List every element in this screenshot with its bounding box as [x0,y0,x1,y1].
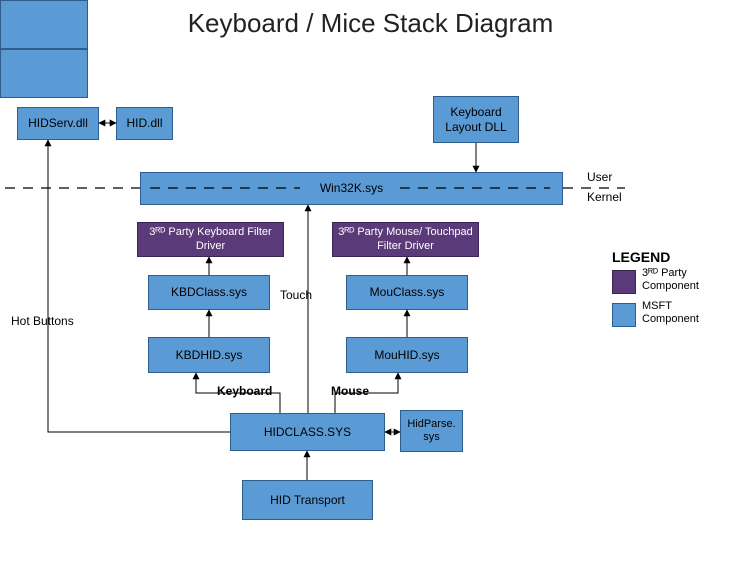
label-kernel: Kernel [587,190,622,204]
label-keyboard: Keyboard [217,384,272,398]
label-touch: Touch [280,288,312,302]
legend-text-msft: MSFT Component [642,300,722,326]
box-moufilter: 3ᴿᴰ Party Mouse/ Touchpad Filter Driver [332,222,479,257]
legend-swatch-third [612,270,636,294]
label-mouse: Mouse [331,384,369,398]
legend-text-third: 3ᴿᴰ Party Component [642,267,722,293]
box-hidserv: HIDServ.dll [17,107,99,140]
box-hiddll: HID.dll [116,107,173,140]
box-win32k: Win32K.sys [140,172,563,205]
label-user: User [587,170,612,184]
box-kbdclass: KBDClass.sys [148,275,270,310]
legend-title: LEGEND [612,249,670,265]
kbdlayout-stack-back1 [0,49,88,98]
box-kbdlayout: Keyboard Layout DLL [433,96,519,143]
diagram-title: Keyboard / Mice Stack Diagram [0,8,741,39]
label-hotbuttons: Hot Buttons [11,314,74,328]
box-hidtransport: HID Transport [242,480,373,520]
box-kbfilter: 3ᴿᴰ Party Keyboard Filter Driver [137,222,284,257]
box-mouclass: MouClass.sys [346,275,468,310]
box-hidclass: HIDCLASS.SYS [230,413,385,451]
box-hidparse: HidParse. sys [400,410,463,452]
box-kbdhid: KBDHID.sys [148,337,270,373]
box-mouhid: MouHID.sys [346,337,468,373]
legend-swatch-msft [612,303,636,327]
